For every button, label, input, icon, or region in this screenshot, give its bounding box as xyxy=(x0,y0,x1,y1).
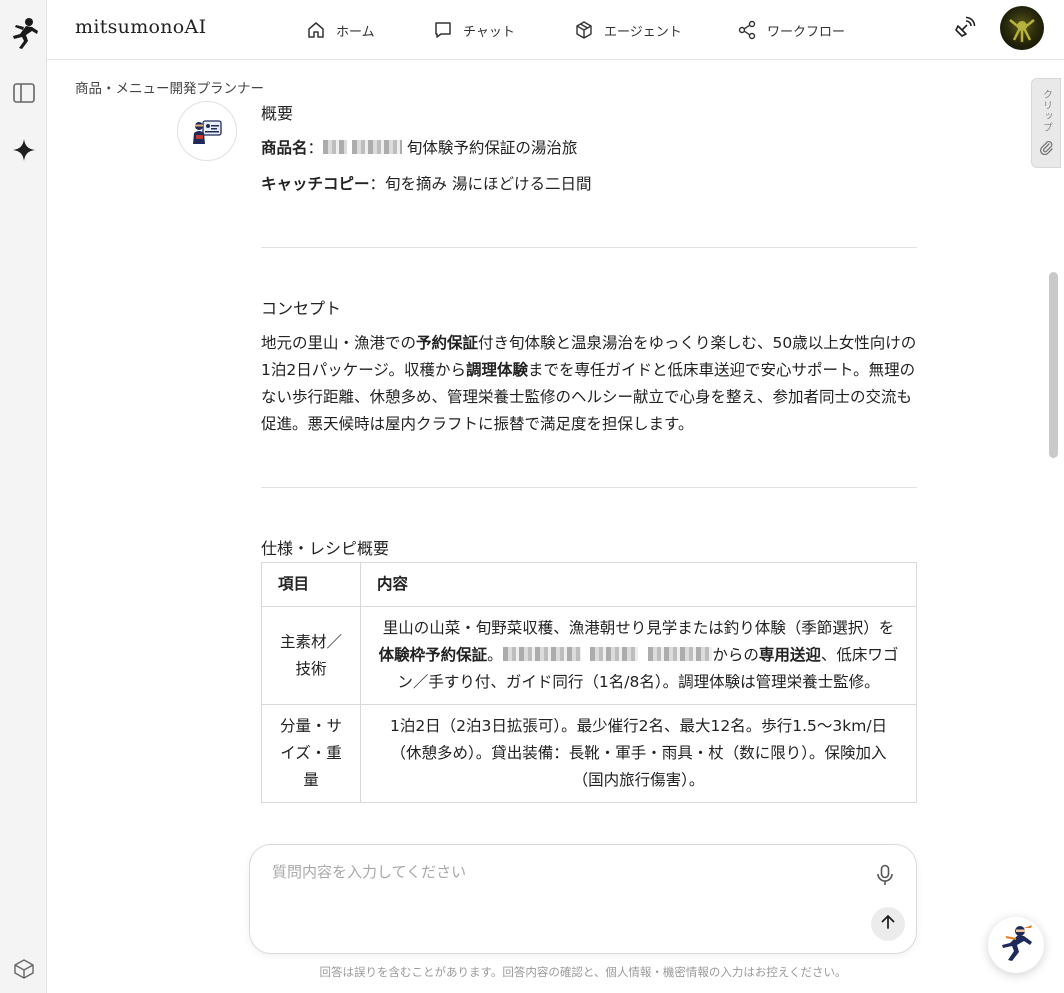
assistant-fab-button[interactable] xyxy=(988,917,1044,973)
table-cell-item: 主素材／技術 xyxy=(261,606,361,705)
cell-text: からの xyxy=(712,646,759,664)
product-name-value: 旬体験予約保証の湯治旅 xyxy=(406,139,578,157)
catchcopy-label: キャッチコピー xyxy=(261,175,370,193)
assistant-message: 概要 商品名： 旬体験予約保証の湯治旅 キャッチコピー：旬を摘み 湯にほどける二… xyxy=(261,100,917,803)
nav-chat[interactable]: チャット xyxy=(433,0,515,60)
table-row: 主素材／技術 里山の山菜・旬野菜収穫、漁港朝せり見学または釣り体験（季節選択）を… xyxy=(261,606,917,705)
cube-icon xyxy=(574,20,594,40)
cell-bold: 専用送迎 xyxy=(758,646,821,664)
assistant-avatar xyxy=(177,101,237,161)
catchcopy-line: キャッチコピー：旬を摘み 湯にほどける二日間 xyxy=(261,175,592,193)
nav-home-label: ホーム xyxy=(336,24,375,40)
nav-agent-label: エージェント xyxy=(604,24,682,40)
cube-outline-icon[interactable] xyxy=(0,956,47,982)
table-header-content: 内容 xyxy=(360,562,917,607)
cell-bold: 体験枠予約保証 xyxy=(378,646,488,664)
catchcopy-value: 旬を摘み 湯にほどける二日間 xyxy=(385,175,592,193)
ninja-runner-icon[interactable] xyxy=(0,14,47,52)
arrow-up-icon xyxy=(879,913,897,935)
paperclip-icon xyxy=(1038,139,1054,159)
nav-workflow-label: ワークフロー xyxy=(767,24,846,40)
scrollbar-thumb[interactable] xyxy=(1049,272,1058,458)
top-navigation-bar: mitsumonoAI ホーム チャット エージェント ワークフロー xyxy=(47,0,1064,60)
disclaimer-text: 回答は誤りを含むことがあります。回答内容の確認と、個人情報・機密情報の入力はお控… xyxy=(319,965,847,979)
redacted-text xyxy=(323,140,348,154)
table-header-row: 項目 内容 xyxy=(261,562,917,607)
table-cell-content: 1泊2日（2泊3日拡張可）。最少催行2名、最大12名。歩行1.5〜3km/日（休… xyxy=(360,704,917,803)
nav-workflow[interactable]: ワークフロー xyxy=(737,0,845,60)
sidebar xyxy=(0,0,47,993)
concept-heading: コンセプト xyxy=(261,299,342,318)
spec-heading: 仕様・レシピ概要 xyxy=(261,539,390,558)
redacted-text xyxy=(590,647,639,661)
chat-bubble-icon xyxy=(433,20,453,40)
brand-name[interactable]: mitsumonoAI xyxy=(75,16,206,38)
redacted-text xyxy=(351,140,402,154)
home-icon xyxy=(306,20,326,40)
concept-text: 地元の里山・漁港での xyxy=(261,334,417,352)
satellite-icon[interactable] xyxy=(952,16,976,44)
chat-composer xyxy=(249,844,917,954)
nav-chat-label: チャット xyxy=(463,24,515,40)
product-name-line: 商品名： 旬体験予約保証の湯治旅 xyxy=(261,139,578,157)
send-button[interactable] xyxy=(871,907,905,941)
spec-table: 項目 内容 主素材／技術 里山の山菜・旬野菜収穫、漁港朝せり見学または釣り体験（… xyxy=(261,562,917,803)
microphone-icon[interactable] xyxy=(875,864,895,890)
cell-text: 里山の山菜・旬野菜収穫、漁港朝せり見学または釣り体験（季節選択）を xyxy=(382,619,895,637)
concept-bold: 予約保証 xyxy=(416,334,479,352)
ninja-mascot-icon xyxy=(996,923,1036,967)
product-name-label: 商品名 xyxy=(261,139,308,157)
clip-tab-label: クリップ xyxy=(1040,89,1052,133)
concept-bold: 調理体験 xyxy=(465,361,528,379)
chat-input[interactable] xyxy=(272,863,832,881)
table-header-item: 項目 xyxy=(261,562,361,607)
nav-agent[interactable]: エージェント xyxy=(574,0,682,60)
user-avatar[interactable] xyxy=(1000,6,1044,50)
share-nodes-icon xyxy=(737,20,757,40)
sidebar-panel-icon[interactable] xyxy=(0,80,47,106)
cell-text: 。 xyxy=(487,646,503,664)
clip-tab[interactable]: クリップ xyxy=(1031,78,1061,168)
table-cell-item: 分量・サイズ・重量 xyxy=(261,704,361,803)
concept-paragraph: 地元の里山・漁港での予約保証付き旬体験と温泉湯治をゆっくり楽しむ、50歳以上女性… xyxy=(261,330,917,438)
table-cell-content: 里山の山菜・旬野菜収穫、漁港朝せり見学または釣り体験（季節選択）を体験枠予約保証… xyxy=(360,606,917,705)
overview-heading: 概要 xyxy=(261,104,294,123)
breadcrumb: 商品・メニュー開発プランナー xyxy=(75,81,264,97)
redacted-text xyxy=(648,647,713,661)
redacted-text xyxy=(502,647,581,661)
divider xyxy=(261,487,917,488)
table-row: 分量・サイズ・重量 1泊2日（2泊3日拡張可）。最少催行2名、最大12名。歩行1… xyxy=(261,704,917,803)
sparkle-icon[interactable] xyxy=(0,136,47,164)
divider xyxy=(261,247,917,248)
nav-home[interactable]: ホーム xyxy=(306,0,375,60)
